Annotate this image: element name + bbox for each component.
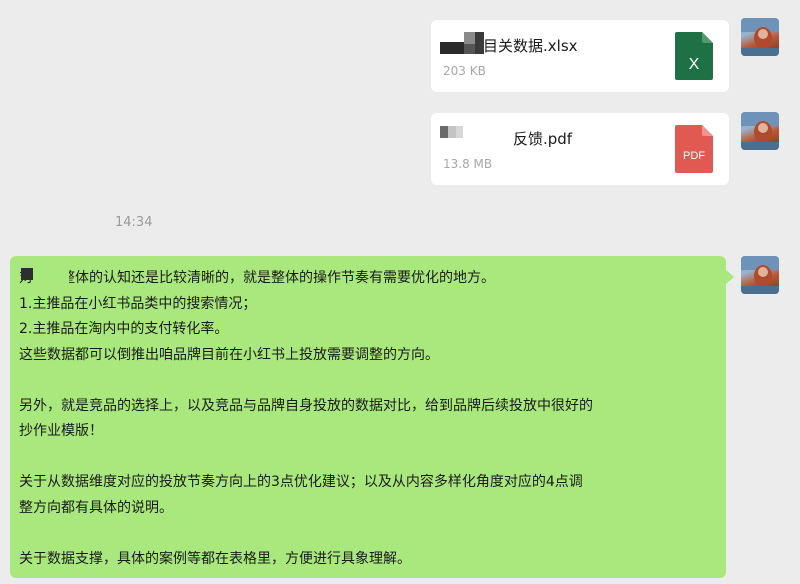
message-text: 对自身整体的认知还是比较清晰的，就是整体的操作节奏有需要优化的地方。 1.主推品在…	[19, 266, 719, 572]
message-line: 对自身整体的认知还是比较清晰的，就是整体的操作节奏有需要优化的地方。	[19, 270, 495, 286]
file-size: 203 KB	[443, 64, 486, 78]
message-line	[19, 368, 719, 394]
sender-avatar[interactable]	[741, 18, 779, 56]
message-line: 关于从数据维度对应的投放节奏方向上的3点优化建议；以及从内容多样化角度对应的4点…	[19, 474, 583, 490]
sender-avatar[interactable]	[741, 256, 779, 294]
message-timestamp: 14:34	[115, 215, 153, 230]
redacted-filename-prefix	[440, 126, 466, 140]
file-name: 目关数据.xlsx	[483, 37, 578, 55]
redacted-text-prefix	[21, 268, 69, 284]
message-line: 这些数据都可以倒推出咱品牌目前在小红书上投放需要调整的方向。	[19, 346, 439, 363]
bubble-tail	[726, 270, 734, 284]
excel-icon-letter: X	[689, 56, 700, 73]
sender-avatar[interactable]	[741, 112, 779, 150]
pdf-file-icon: PDF	[675, 125, 713, 173]
message-line: 1.主推品在小红书品类中的搜索情况；	[19, 295, 257, 312]
file-size: 13.8 MB	[443, 157, 493, 171]
message-line: 关于数据支撑，具体的案例等都在表格里，方便进行具象理解。	[19, 550, 411, 567]
message-line	[19, 445, 719, 471]
redacted-filename-prefix	[440, 32, 486, 54]
message-line	[19, 521, 719, 547]
message-line: 整方向都有具体的说明。	[19, 499, 173, 516]
message-line: 抄作业模版！	[19, 423, 103, 439]
pdf-icon-label: PDF	[683, 150, 705, 162]
file-message-xlsx[interactable]: 目关数据.xlsx 203 KB X	[431, 20, 729, 92]
excel-file-icon: X	[675, 32, 713, 80]
message-line: 另外，就是竞品的选择上，以及竞品与品牌自身投放的数据对比，给到品牌后续投放中很好…	[19, 397, 593, 414]
file-name: 反馈.pdf	[513, 130, 573, 148]
file-message-pdf[interactable]: 反馈.pdf 13.8 MB PDF	[431, 113, 729, 185]
message-line: 2.主推品在淘内中的支付转化率。	[19, 321, 229, 337]
